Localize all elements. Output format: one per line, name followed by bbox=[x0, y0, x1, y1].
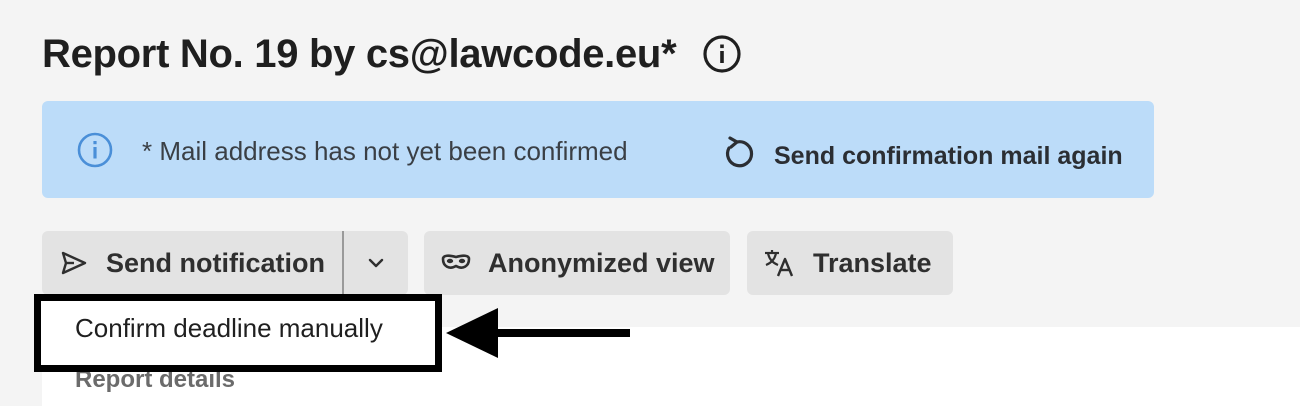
anonymized-view-label: Anonymized view bbox=[488, 247, 715, 278]
refresh-icon bbox=[718, 133, 758, 178]
translate-label: Translate bbox=[813, 247, 932, 278]
page-header: Report No. 19 by cs@lawcode.eu* bbox=[42, 28, 742, 80]
banner-message: * Mail address has not yet been confirme… bbox=[142, 136, 628, 166]
info-icon[interactable] bbox=[702, 34, 742, 74]
translate-icon bbox=[763, 248, 795, 278]
resend-confirmation-label: Send confirmation mail again bbox=[774, 141, 1123, 170]
annotation-arrow-icon bbox=[446, 306, 632, 365]
confirm-deadline-menu-item[interactable]: Confirm deadline manually bbox=[75, 313, 383, 344]
send-notification-button[interactable]: Send notification bbox=[42, 231, 342, 295]
send-arrow-icon bbox=[60, 249, 88, 277]
chevron-down-icon bbox=[365, 252, 387, 274]
translate-button[interactable]: Translate bbox=[747, 231, 953, 295]
resend-confirmation-button[interactable]: Send confirmation mail again bbox=[718, 133, 1123, 178]
send-notification-label: Send notification bbox=[106, 247, 325, 278]
page-title: Report No. 19 by cs@lawcode.eu* bbox=[42, 32, 677, 76]
info-icon bbox=[76, 131, 114, 169]
email-unconfirmed-banner: * Mail address has not yet been confirme… bbox=[42, 101, 1154, 198]
mask-icon bbox=[440, 249, 472, 277]
anonymized-view-button[interactable]: Anonymized view bbox=[424, 231, 730, 295]
send-notification-dropdown-toggle[interactable] bbox=[344, 231, 408, 295]
